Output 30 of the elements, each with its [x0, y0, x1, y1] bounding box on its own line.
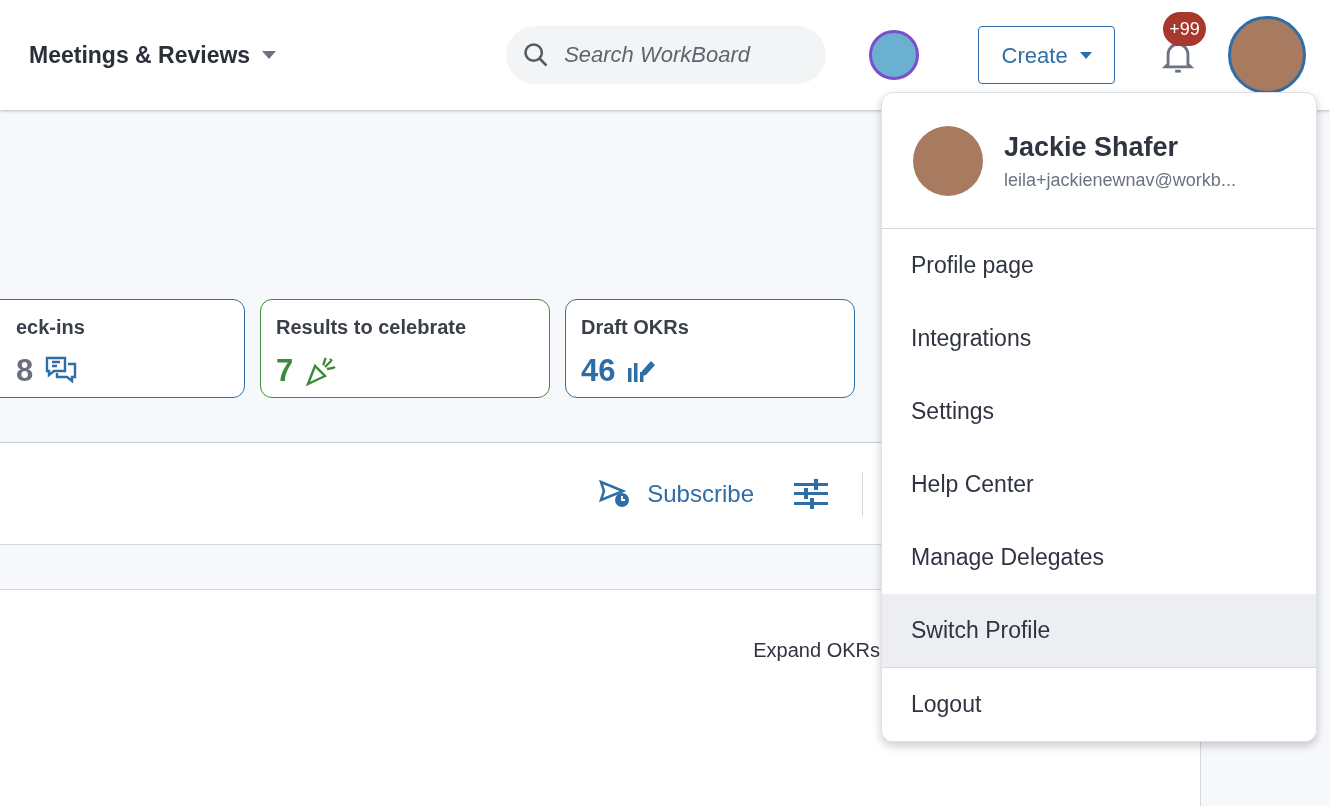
profile-email: leila+jackienewnav@workb... [1004, 169, 1236, 193]
search-field[interactable]: Search WorkBoard [506, 26, 827, 84]
menu-item[interactable]: Logout [882, 668, 1316, 741]
create-button[interactable]: Create [978, 26, 1116, 84]
caret-down-icon [262, 51, 277, 59]
stat-card[interactable]: Draft OKRs 46 [565, 299, 855, 398]
menu-item[interactable]: Switch Profile [882, 594, 1316, 667]
stat-card[interactable]: eck-ins 8 [0, 299, 245, 398]
card-title: eck-ins [15, 315, 86, 340]
card-title: Draft OKRs [581, 315, 690, 340]
stat-card[interactable]: Results to celebrate 7 [260, 299, 550, 398]
user-avatar[interactable] [869, 30, 920, 80]
subscribe-button[interactable]: Subscribe [599, 475, 754, 512]
card-count: 8 [16, 352, 34, 390]
notification-count: +99 [1163, 12, 1206, 46]
card-title: Results to celebrate [276, 315, 468, 340]
card-count: 46 [581, 352, 616, 390]
send-clock-icon [599, 479, 632, 508]
menu-item[interactable]: Profile page [882, 229, 1316, 302]
chart-pencil-icon [627, 358, 658, 385]
caret-down-icon [1079, 51, 1092, 59]
page-title-dropdown[interactable]: Meetings & Reviews [29, 37, 277, 73]
menu-item[interactable]: Integrations [882, 302, 1316, 375]
profile-name: Jackie Shafer [1004, 130, 1180, 164]
expand-okrs-label[interactable]: Expand OKRs [753, 635, 880, 665]
card-count: 7 [276, 352, 294, 390]
menu-item[interactable]: Help Center [882, 448, 1316, 521]
menu-item[interactable]: Settings [882, 375, 1316, 448]
filter-sliders-icon[interactable] [794, 478, 828, 509]
menu-item[interactable]: Manage Delegates [882, 521, 1316, 594]
